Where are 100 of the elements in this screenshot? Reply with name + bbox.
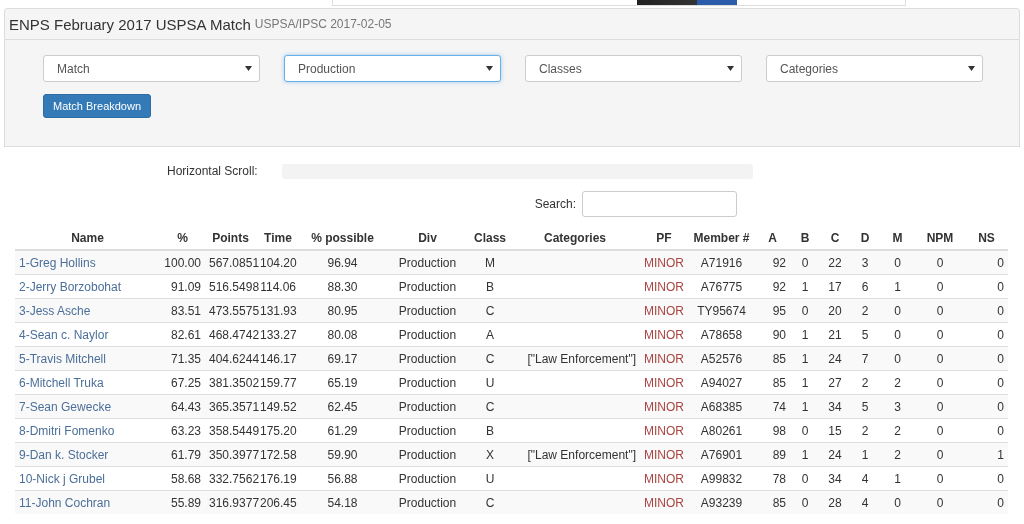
power-factor: MINOR (644, 255, 684, 270)
table-cell: 0 (997, 375, 1004, 390)
table-cell: 7 (861, 351, 869, 366)
table-cell: 17 (828, 279, 842, 294)
table-cell: C (485, 495, 495, 510)
table-cell: 1 (801, 351, 809, 366)
shooter-link[interactable]: 3-Jess Asche (19, 303, 91, 318)
table-cell: 58.68 (170, 471, 201, 486)
shooter-link[interactable]: 7-Sean Gewecke (19, 399, 112, 414)
table-cell: A68385 (700, 399, 743, 414)
caret-icon (968, 66, 975, 71)
table-cell: 28 (828, 495, 842, 510)
shooter-link[interactable]: 5-Travis Mitchell (19, 351, 106, 366)
table-cell: 24 (828, 351, 842, 366)
table-cell: 78 (772, 471, 786, 486)
table-cell: 358.5449 (209, 423, 260, 438)
table-cell: A80261 (700, 423, 743, 438)
table-cell: 0 (801, 255, 809, 270)
table-cell: C (485, 303, 495, 318)
table-cell: 0 (997, 327, 1004, 342)
table-cell: M (485, 255, 495, 270)
table-cell: 0 (936, 471, 944, 486)
table-cell: 96.94 (327, 255, 358, 270)
table-cell: U (485, 471, 495, 486)
table-cell: 206.45 (260, 495, 297, 510)
table-cell: Production (398, 471, 457, 486)
table-cell: ["Law Enforcement"] (527, 447, 636, 462)
table-cell: 149.52 (260, 399, 297, 414)
table-cell: Production (398, 255, 457, 270)
search-field[interactable] (582, 191, 737, 217)
table-cell: 0 (936, 447, 944, 462)
shooter-link[interactable]: 10-Nick j Grubel (19, 471, 106, 486)
shooter-link[interactable]: 2-Jerry Borzobohat (19, 279, 122, 294)
filter-dropdown[interactable]: Production (284, 55, 501, 82)
table-cell: 172.58 (260, 447, 297, 462)
shooter-link[interactable]: 8-Dmitri Fomenko (19, 423, 115, 438)
table-cell: 92 (772, 279, 786, 294)
shooter-link[interactable]: 4-Sean c. Naylor (19, 327, 109, 342)
power-factor: MINOR (644, 303, 684, 318)
table-cell: 85 (772, 351, 786, 366)
table-cell: 74 (772, 399, 786, 414)
shooter-link[interactable]: 11-John Cochran (19, 495, 111, 510)
table-cell: 1 (997, 447, 1004, 462)
table-cell: 404.6244 (209, 351, 260, 366)
table-cell: 0 (936, 255, 944, 270)
table-cell: 4 (861, 471, 869, 486)
table-cell: 567.0851 (209, 255, 260, 270)
table-cell: 0 (894, 255, 901, 270)
table-cell: 0 (936, 399, 944, 414)
filter-dropdown[interactable]: Match (43, 55, 260, 82)
caret-icon (727, 66, 734, 71)
shooter-link[interactable]: 6-Mitchell Truka (19, 375, 104, 390)
table-cell: 0 (997, 255, 1004, 270)
table-cell: 0 (801, 471, 809, 486)
table-cell: 80.95 (327, 303, 358, 318)
table-cell: 82.61 (170, 327, 201, 342)
table-cell: ["Law Enforcement"] (527, 351, 636, 366)
table-cell: Production (398, 375, 457, 390)
table-cell: Production (398, 351, 457, 366)
power-factor: MINOR (644, 279, 684, 294)
table-cell: Production (398, 399, 457, 414)
table-cell: X (486, 447, 494, 462)
table-cell: 63.23 (170, 423, 201, 438)
table-cell: 0 (997, 423, 1004, 438)
caret-icon (486, 66, 493, 71)
table-cell: 2 (894, 447, 901, 462)
table-cell: 6 (861, 279, 869, 294)
table-cell: 88.30 (327, 279, 358, 294)
table-cell: 95 (772, 303, 786, 318)
table-cell: 83.51 (170, 303, 201, 318)
horizontal-scroll-label: Horizontal Scroll: (167, 164, 258, 178)
filter-dropdown[interactable]: Classes (525, 55, 742, 82)
table-cell: 0 (894, 351, 901, 366)
table-cell: 20 (828, 303, 842, 318)
power-factor: MINOR (644, 447, 684, 462)
table-cell: 56.88 (327, 471, 358, 486)
caret-icon (245, 66, 252, 71)
table-cell: 0 (936, 351, 944, 366)
table-cell: 1 (801, 375, 809, 390)
table-cell: B (486, 279, 494, 294)
table-cell: A93239 (700, 495, 743, 510)
shooter-link[interactable]: 9-Dan k. Stocker (19, 447, 109, 462)
table-cell: 98 (772, 423, 786, 438)
table-cell: 55.89 (170, 495, 201, 510)
table-cell: 65.19 (327, 375, 358, 390)
table-cell: 0 (894, 303, 901, 318)
filter-dropdown[interactable]: Categories (766, 55, 983, 82)
table-cell: 27 (828, 375, 842, 390)
table-cell: 3 (894, 399, 901, 414)
table-cell: 0 (936, 279, 944, 294)
table-cell: 5 (861, 399, 869, 414)
table-cell: 350.3977 (209, 447, 260, 462)
table-cell: Production (398, 495, 457, 510)
table-cell: 0 (997, 279, 1004, 294)
power-factor: MINOR (644, 327, 684, 342)
table-cell: 175.20 (260, 423, 297, 438)
shooter-link[interactable]: 1-Greg Hollins (19, 255, 96, 270)
match-breakdown-button[interactable]: Match Breakdown (43, 94, 152, 118)
table-cell: 0 (997, 303, 1004, 318)
table-cell: 22 (828, 255, 842, 270)
